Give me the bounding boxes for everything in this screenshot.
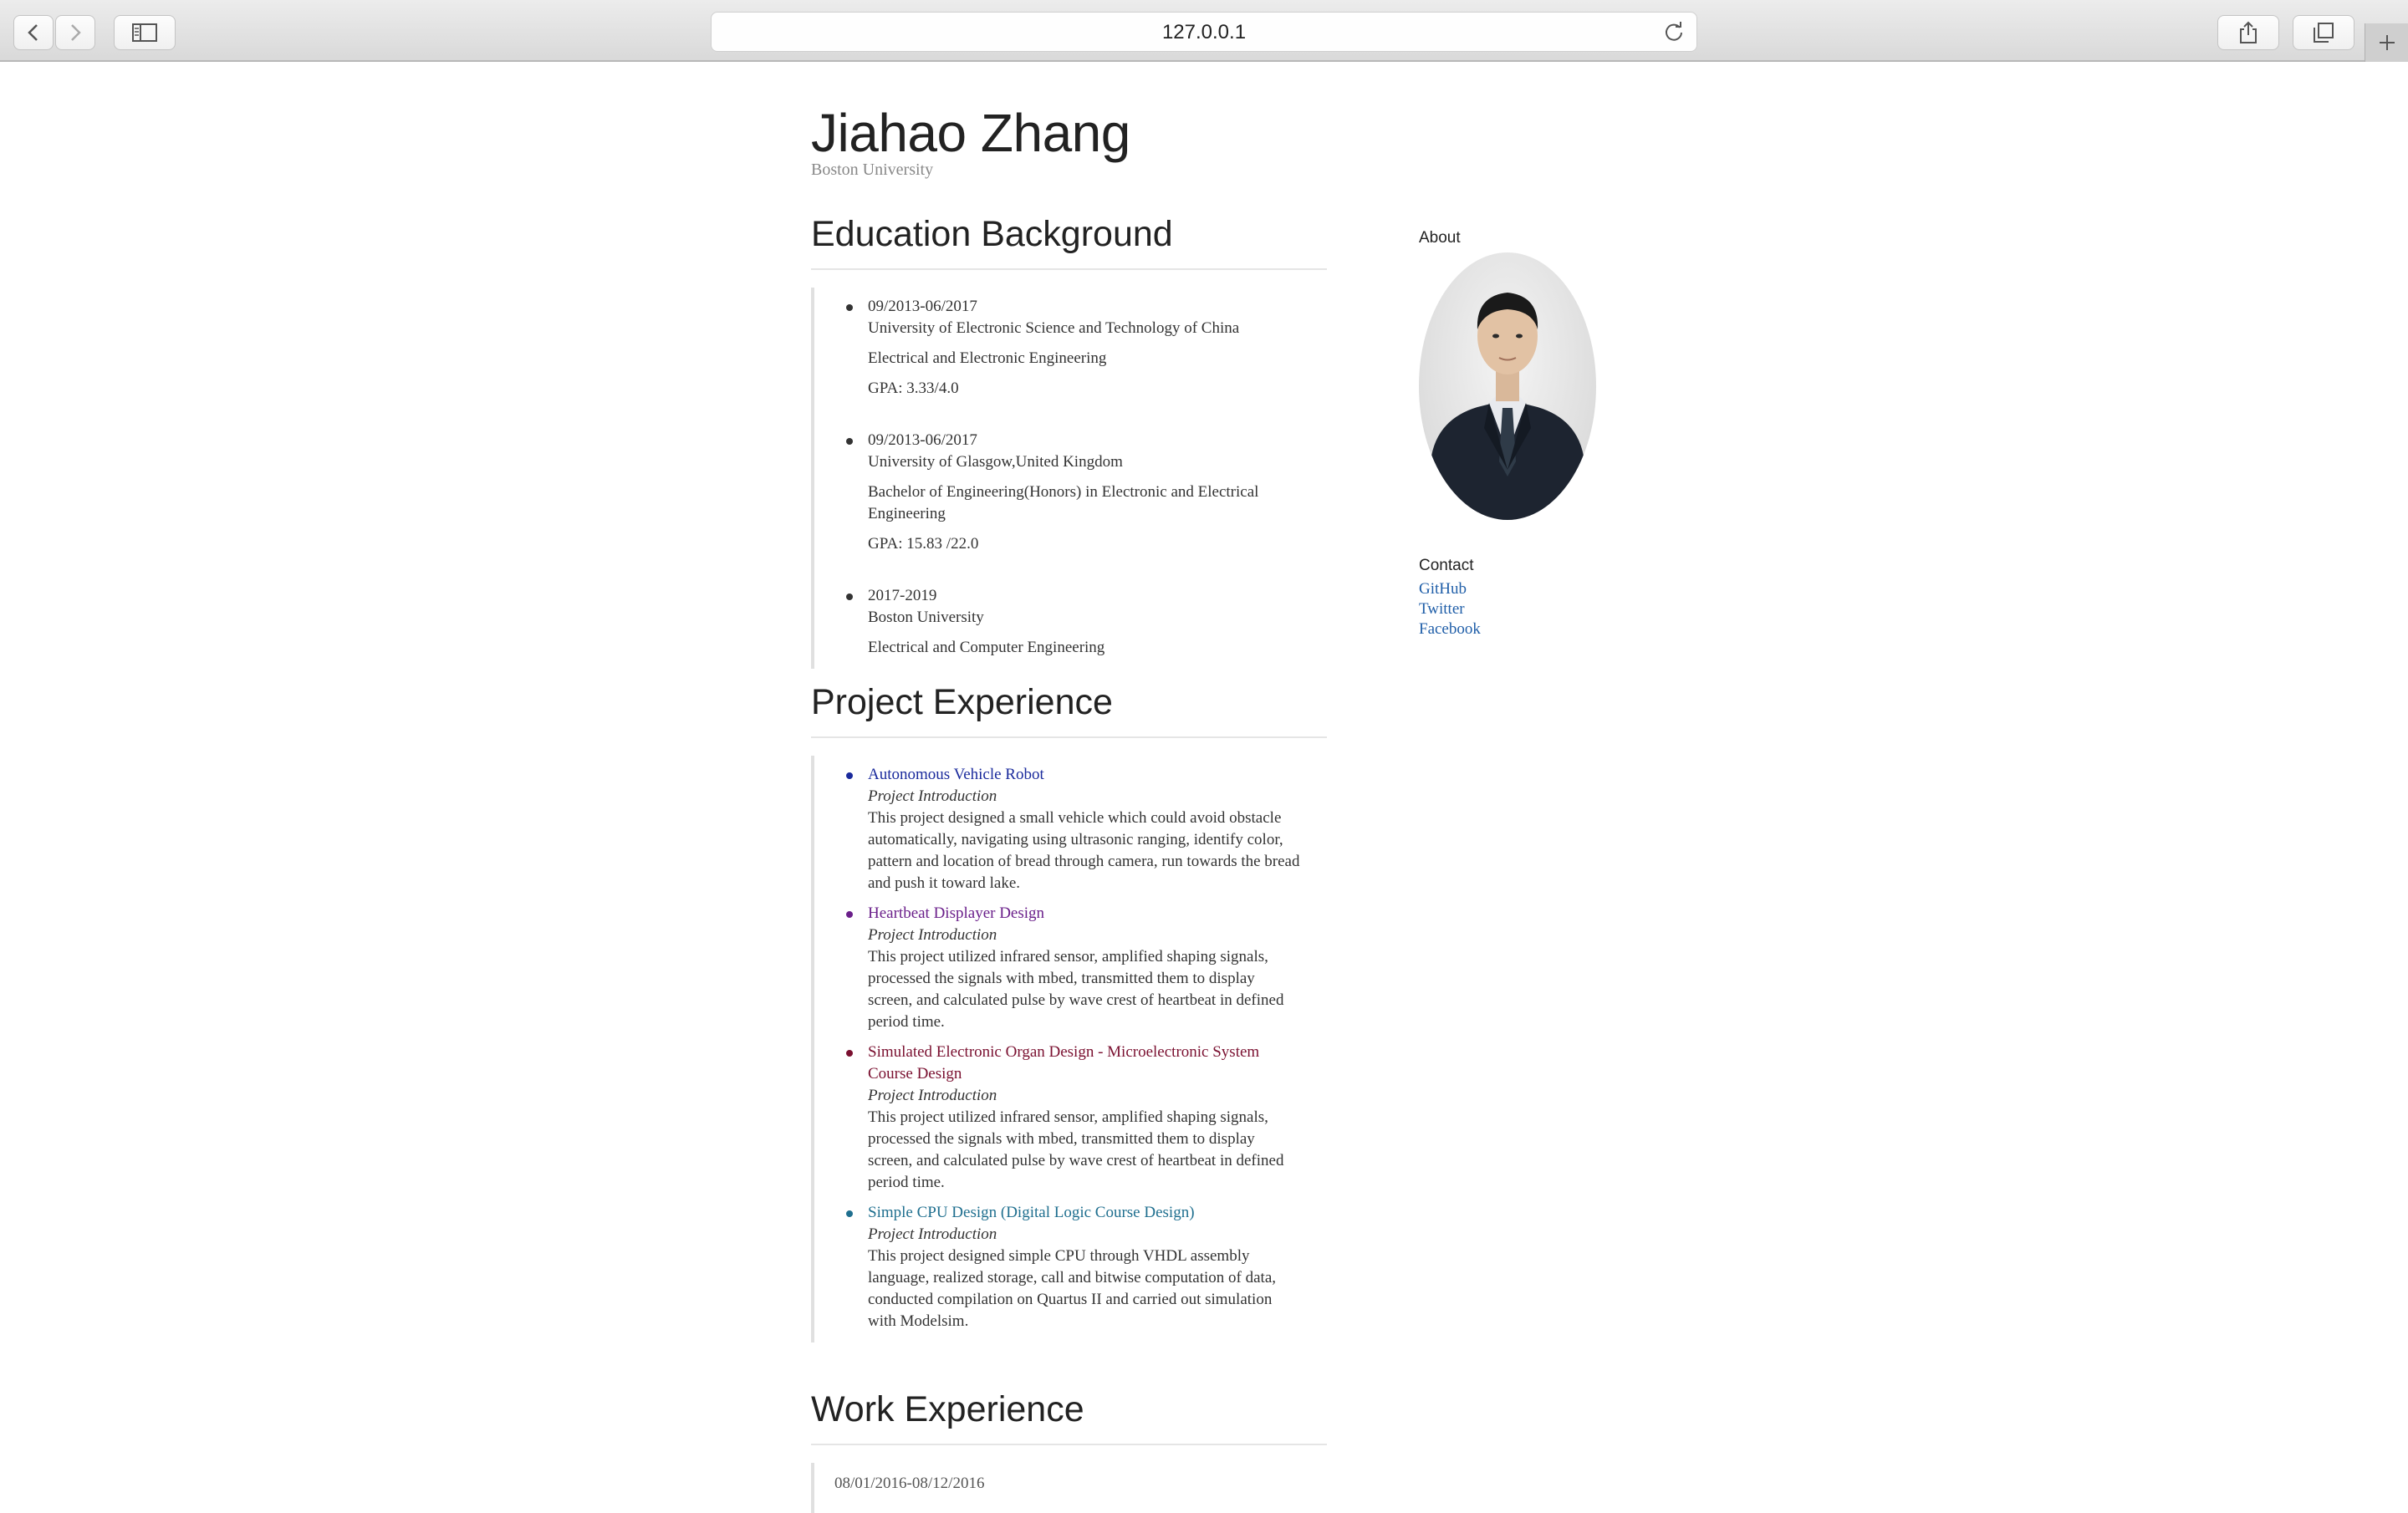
about-heading: About (1419, 229, 1461, 247)
reload-icon[interactable] (1663, 21, 1685, 43)
education-degree: Electrical and Computer Engineering (868, 639, 1105, 656)
education-degree: Bachelor of Engineering(Honors) in Elect… (868, 483, 1259, 522)
back-button[interactable] (13, 15, 54, 50)
github-link[interactable]: GitHub (1419, 580, 1467, 599)
education-gpa: GPA: 3.33/4.0 (868, 380, 959, 397)
project-intro-label: Project Introduction (868, 1225, 997, 1243)
education-list: 09/2013-06/2017 University of Electronic… (811, 288, 1327, 669)
project-description: This project designed a small vehicle wh… (868, 809, 1300, 892)
education-dates: 09/2013-06/2017 (868, 431, 977, 449)
education-degree: Electrical and Electronic Engineering (868, 349, 1107, 367)
list-item: 09/2013-06/2017 University of Glasgow,Un… (846, 430, 1303, 555)
contact-heading: Contact (1419, 557, 1474, 574)
sidebar-icon (132, 23, 157, 42)
sidebar-toggle-button[interactable] (114, 15, 176, 50)
education-school: University of Glasgow,United Kingdom (868, 453, 1123, 471)
work-dates: 08/01/2016-08/12/2016 (834, 1475, 985, 1492)
plus-icon (2379, 35, 2395, 50)
chevron-right-icon (71, 24, 81, 41)
share-button[interactable] (2217, 15, 2279, 50)
page-title: Jiahao Zhang (811, 103, 1130, 163)
bullet (846, 304, 853, 311)
project-link[interactable]: Simple CPU Design (Digital Logic Course … (868, 1204, 1195, 1221)
education-school: University of Electronic Science and Tec… (868, 319, 1240, 337)
page-subtitle: Boston University (811, 160, 934, 179)
work-heading: Work Experience (811, 1389, 1327, 1445)
list-item: Simple CPU Design (Digital Logic Course … (846, 1202, 1303, 1332)
list-item: Heartbeat Displayer Design Project Intro… (846, 903, 1303, 1033)
browser-toolbar: 127.0.0.1 (0, 0, 2408, 62)
tabs-icon (2314, 23, 2334, 43)
person-avatar-icon (1427, 293, 1588, 520)
projects-heading: Project Experience (811, 682, 1327, 738)
project-description: This project designed simple CPU through… (868, 1247, 1277, 1330)
education-heading: Education Background (811, 214, 1327, 270)
address-bar[interactable]: 127.0.0.1 (711, 12, 1697, 52)
list-item: 09/2013-06/2017 University of Electronic… (846, 296, 1303, 400)
twitter-link[interactable]: Twitter (1419, 600, 1465, 619)
bullet (846, 593, 853, 600)
project-intro-label: Project Introduction (868, 926, 997, 944)
profile-photo (1419, 252, 1596, 520)
education-gpa: GPA: 15.83 /22.0 (868, 535, 979, 553)
project-link[interactable]: Simulated Electronic Organ Design - Micr… (868, 1043, 1259, 1083)
education-dates: 2017-2019 (868, 587, 937, 604)
work-list: 08/01/2016-08/12/2016 (811, 1463, 1327, 1513)
project-intro-label: Project Introduction (868, 1087, 997, 1104)
education-school: Boston University (868, 609, 984, 626)
project-link[interactable]: Autonomous Vehicle Robot (868, 766, 1044, 783)
address-text: 127.0.0.1 (1161, 21, 1247, 43)
bullet (846, 772, 853, 779)
bullet (846, 1050, 853, 1057)
project-intro-label: Project Introduction (868, 787, 997, 805)
share-icon (2240, 21, 2257, 43)
project-description: This project utilized infrared sensor, a… (868, 1108, 1284, 1191)
bullet (846, 438, 853, 445)
project-link[interactable]: Heartbeat Displayer Design (868, 904, 1044, 922)
projects-list: Autonomous Vehicle Robot Project Introdu… (811, 756, 1327, 1342)
facebook-link[interactable]: Facebook (1419, 620, 1481, 639)
chevron-left-icon (28, 24, 38, 41)
bullet (846, 911, 853, 918)
bullet (846, 1210, 853, 1217)
tabs-overview-button[interactable] (2293, 15, 2354, 50)
project-description: This project utilized infrared sensor, a… (868, 948, 1284, 1031)
list-item: Simulated Electronic Organ Design - Micr… (846, 1042, 1303, 1194)
forward-button[interactable] (55, 15, 95, 50)
list-item: Autonomous Vehicle Robot Project Introdu… (846, 764, 1303, 894)
list-item: 2017-2019 Boston University Electrical a… (846, 585, 1303, 659)
new-tab-button[interactable] (2365, 23, 2408, 62)
education-dates: 09/2013-06/2017 (868, 298, 977, 315)
